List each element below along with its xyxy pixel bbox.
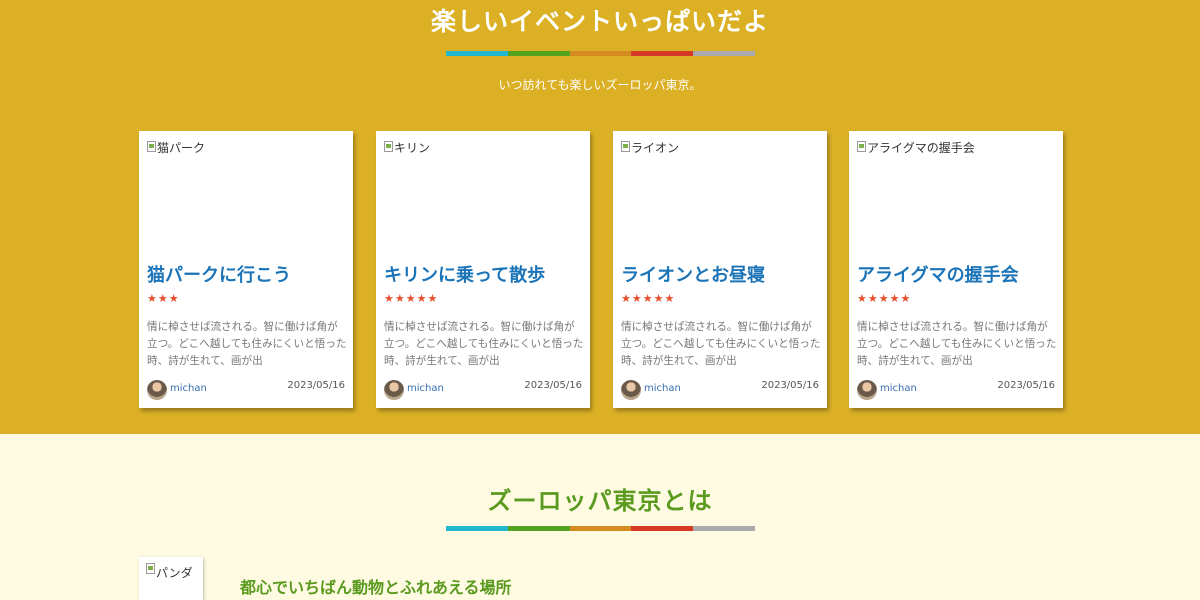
- rating-stars: ★★★: [147, 292, 180, 305]
- author-link[interactable]: michan: [644, 383, 681, 394]
- about-subheading: 都心でいちばん動物とふれあえる場所: [240, 578, 512, 597]
- about-divider: [446, 526, 755, 531]
- events-divider: [446, 51, 755, 56]
- divider-segment: [507, 526, 570, 531]
- card-title-link[interactable]: ライオンとお昼寝: [621, 261, 765, 287]
- divider-segment: [569, 51, 632, 56]
- card-description: 情に棹させば流される。智に働けば角が立つ。どこへ越しても住みにくいと悟った時、詩…: [621, 321, 821, 367]
- broken-image-icon: [384, 141, 393, 152]
- card-image-alt: 猫パーク: [157, 141, 206, 155]
- about-image-alt: パンダ: [156, 566, 193, 580]
- divider-segment: [631, 526, 694, 531]
- events-section: 楽しいイベントいっぱいだよ いつ訪れても楽しいズーロッパ東京。 猫パーク 猫パー…: [0, 0, 1200, 434]
- broken-image-icon: [621, 141, 630, 152]
- event-card[interactable]: ライオン ライオンとお昼寝 ★★★★★ 情に棹させば流される。智に働けば角が立つ…: [613, 131, 827, 408]
- card-image-broken[interactable]: キリン: [384, 139, 430, 156]
- author-link[interactable]: michan: [407, 383, 444, 394]
- post-date: 2023/05/16: [761, 380, 819, 391]
- broken-image-icon: [857, 141, 866, 152]
- author-link[interactable]: michan: [880, 383, 917, 394]
- card-image-alt: ライオン: [631, 141, 680, 155]
- card-image-broken[interactable]: 猫パーク: [147, 139, 205, 156]
- divider-segment: [631, 51, 694, 56]
- post-date: 2023/05/16: [524, 380, 582, 391]
- card-image-alt: アライグマの握手会: [867, 141, 975, 155]
- panda-image-broken: パンダ: [139, 557, 203, 600]
- card-title-link[interactable]: キリンに乗って散歩: [384, 261, 545, 287]
- card-title-link[interactable]: 猫パークに行こう: [147, 261, 291, 287]
- card-image-broken[interactable]: ライオン: [621, 139, 679, 156]
- events-heading: 楽しいイベントいっぱいだよ: [430, 7, 769, 36]
- rating-stars: ★★★★★: [621, 292, 676, 305]
- divider-segment: [569, 526, 632, 531]
- card-title-link[interactable]: アライグマの握手会: [857, 261, 1019, 287]
- divider-segment: [446, 51, 508, 56]
- broken-image-icon: [146, 563, 155, 574]
- author-avatar: [857, 380, 877, 400]
- rating-stars: ★★★★★: [857, 292, 912, 305]
- card-description: 情に棹させば流される。智に働けば角が立つ。どこへ越しても住みにくいと悟った時、詩…: [384, 321, 584, 367]
- divider-segment: [693, 51, 755, 56]
- post-date: 2023/05/16: [287, 380, 345, 391]
- rating-stars: ★★★★★: [384, 292, 439, 305]
- post-date: 2023/05/16: [997, 380, 1055, 391]
- author-avatar: [621, 380, 641, 400]
- broken-image-icon: [147, 141, 156, 152]
- author-avatar: [147, 380, 167, 400]
- card-description: 情に棹させば流される。智に働けば角が立つ。どこへ越しても住みにくいと悟った時、詩…: [147, 321, 347, 367]
- divider-segment: [507, 51, 570, 56]
- card-description: 情に棹させば流される。智に働けば角が立つ。どこへ越しても住みにくいと悟った時、詩…: [857, 321, 1057, 367]
- about-heading: ズーロッパ東京とは: [487, 487, 713, 515]
- divider-segment: [446, 526, 508, 531]
- divider-segment: [693, 526, 755, 531]
- event-card[interactable]: 猫パーク 猫パークに行こう ★★★ 情に棹させば流される。智に働けば角が立つ。ど…: [139, 131, 353, 408]
- event-card[interactable]: キリン キリンに乗って散歩 ★★★★★ 情に棹させば流される。智に働けば角が立つ…: [376, 131, 590, 408]
- event-card[interactable]: アライグマの握手会 アライグマの握手会 ★★★★★ 情に棹させば流される。智に働…: [849, 131, 1063, 408]
- card-image-alt: キリン: [394, 141, 431, 155]
- author-avatar: [384, 380, 404, 400]
- card-image-broken[interactable]: アライグマの握手会: [857, 139, 975, 156]
- author-link[interactable]: michan: [170, 383, 207, 394]
- events-subheading: いつ訪れても楽しいズーロッパ東京。: [498, 78, 702, 92]
